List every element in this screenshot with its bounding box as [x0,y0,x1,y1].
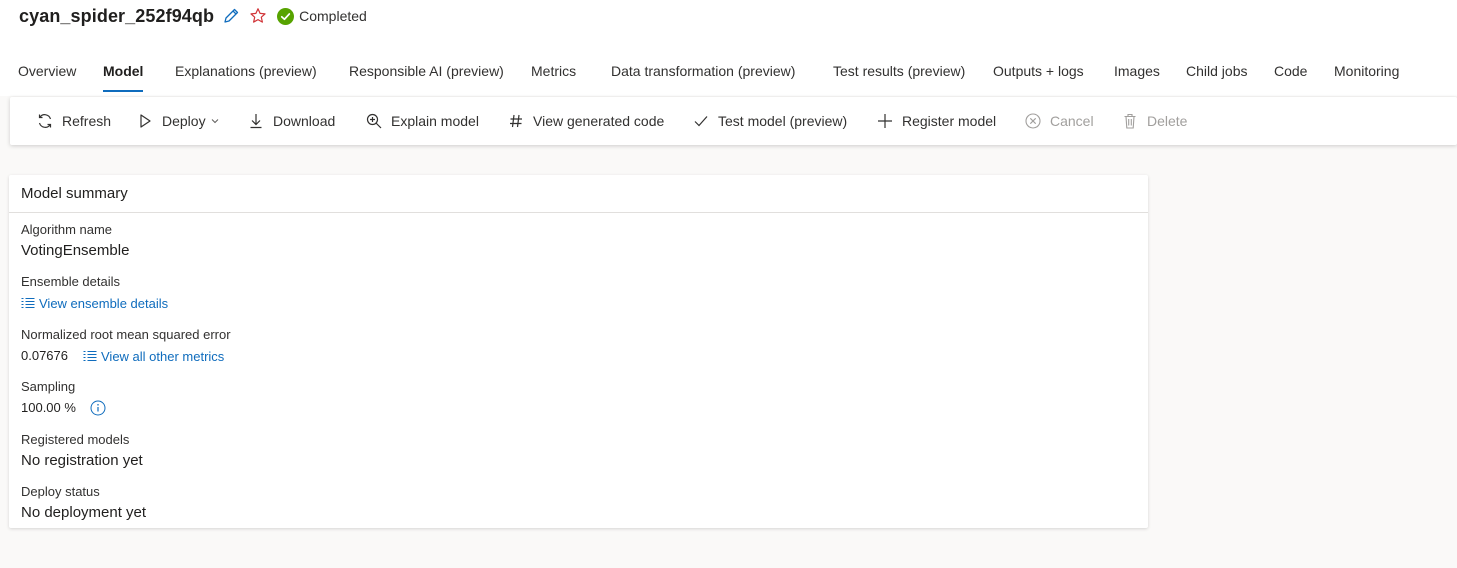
list-icon [21,297,35,309]
refresh-icon [36,112,54,130]
nrmse-label: Normalized root mean squared error [21,327,231,342]
deploy-label: Deploy [162,113,206,129]
delete-label: Delete [1147,113,1188,129]
view-all-metrics-link[interactable]: View all other metrics [83,349,224,364]
sampling-label: Sampling [21,379,76,394]
cancel-button[interactable]: Cancel [1024,97,1094,145]
star-icon[interactable] [249,7,267,25]
tab-bar: Overview Model Explanations (preview) Re… [0,56,1457,94]
registered-models-field: Registered models No registration yet [21,431,143,471]
view-ensemble-details-label: View ensemble details [39,295,169,311]
nrmse-value: 0.07676 [21,348,68,363]
tab-images[interactable]: Images [1114,56,1160,94]
hash-icon [507,112,525,130]
explain-model-label: Explain model [391,113,479,129]
view-generated-code-button[interactable]: View generated code [507,97,664,145]
tab-metrics[interactable]: Metrics [531,56,576,94]
page-title: cyan_spider_252f94qb [19,5,215,26]
info-icon[interactable] [90,400,106,416]
chevron-down-icon [210,116,220,126]
list-icon [83,350,97,362]
tab-outputs-logs[interactable]: Outputs + logs [993,56,1084,94]
view-ensemble-details-link[interactable]: View ensemble details [21,296,168,311]
download-label: Download [273,113,336,129]
download-button[interactable]: Download [247,97,335,145]
ensemble-label: Ensemble details [21,274,120,289]
algorithm-field: Algorithm name VotingEnsemble [21,221,129,261]
zoom-in-icon [365,112,383,130]
cancel-label: Cancel [1050,113,1094,129]
test-model-label: Test model (preview) [718,113,848,129]
status-badge: Completed [277,7,367,25]
tab-responsible-ai[interactable]: Responsible AI (preview) [349,56,504,94]
title-row: cyan_spider_252f94qb Completed [19,4,367,28]
refresh-button[interactable]: Refresh [36,97,111,145]
check-circle-icon [277,7,295,25]
plus-icon [876,112,894,130]
play-icon [136,112,154,130]
command-bar: Refresh Deploy Download Explain model Vi… [10,97,1457,145]
algorithm-value: VotingEnsemble [21,242,130,259]
deploy-status-field: Deploy status No deployment yet [21,483,146,523]
status-text: Completed [299,8,367,24]
tab-monitoring[interactable]: Monitoring [1334,56,1399,94]
deploy-status-label: Deploy status [21,484,100,499]
register-model-button[interactable]: Register model [876,97,996,145]
download-icon [247,112,265,130]
tab-test-results[interactable]: Test results (preview) [833,56,965,94]
deploy-status-value: No deployment yet [21,504,147,521]
sampling-field: Sampling 100.00 % [21,378,106,418]
ensemble-field: Ensemble details View ensemble details [21,273,168,313]
header-area: cyan_spider_252f94qb Completed Overview … [0,0,1457,96]
model-summary-card: Model summary Algorithm name VotingEnsem… [9,175,1148,528]
tab-model[interactable]: Model [103,56,144,94]
registered-models-label: Registered models [21,432,130,447]
tab-overview[interactable]: Overview [18,56,76,94]
cancel-circle-icon [1024,112,1042,130]
tab-child-jobs[interactable]: Child jobs [1186,56,1247,94]
view-generated-code-label: View generated code [533,113,665,129]
checkmark-icon [692,112,710,130]
deploy-button[interactable]: Deploy [136,97,220,145]
sampling-value: 100.00 % [21,400,76,415]
tab-explanations[interactable]: Explanations (preview) [175,56,317,94]
tab-code[interactable]: Code [1274,56,1307,94]
test-model-button[interactable]: Test model (preview) [692,97,847,145]
trash-icon [1121,112,1139,130]
algorithm-label: Algorithm name [21,222,113,237]
delete-button[interactable]: Delete [1121,97,1187,145]
nrmse-field: Normalized root mean squared error 0.076… [21,326,231,366]
explain-model-button[interactable]: Explain model [365,97,479,145]
card-title: Model summary [9,175,1148,213]
view-all-metrics-label: View all other metrics [101,348,225,364]
tab-data-transformation[interactable]: Data transformation (preview) [611,56,795,94]
pencil-icon[interactable] [222,7,240,25]
registered-models-value: No registration yet [21,452,143,469]
refresh-label: Refresh [62,113,112,129]
register-model-label: Register model [902,113,997,129]
